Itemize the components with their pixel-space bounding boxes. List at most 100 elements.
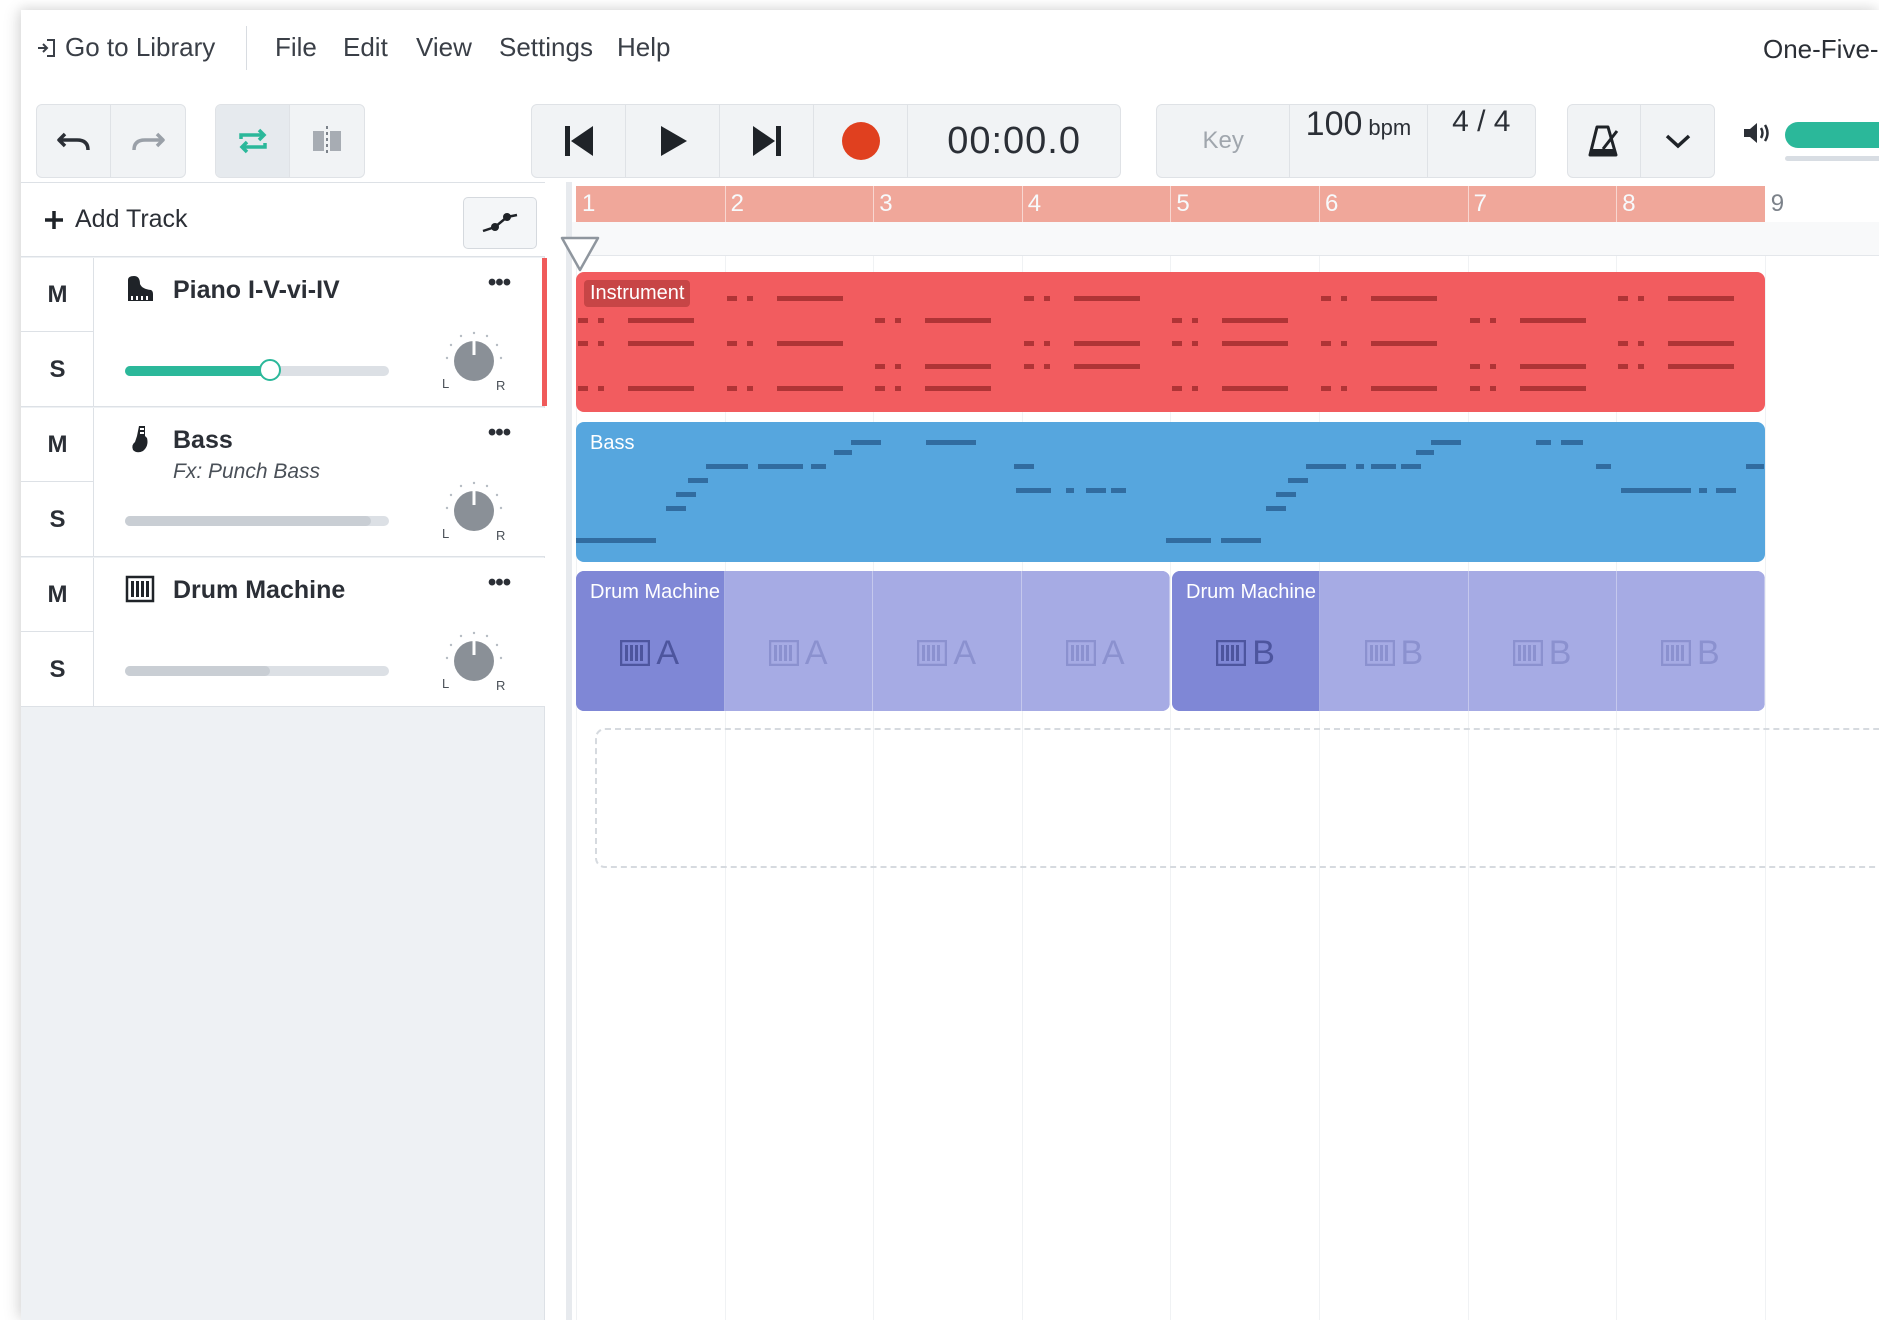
track-name[interactable]: Piano I-V-vi-IV	[173, 276, 340, 305]
pattern-letter: A	[656, 633, 680, 672]
track-name[interactable]: Bass	[173, 426, 233, 455]
clip-label: Bass	[590, 432, 635, 454]
skip-to-end-button[interactable]	[720, 105, 815, 177]
menu-settings[interactable]: Settings	[499, 32, 593, 63]
midi-note	[1416, 450, 1434, 455]
mute-button[interactable]: M	[21, 258, 94, 332]
bar-tick	[1021, 186, 1023, 222]
instrument-clip[interactable]: Instrument	[576, 272, 1765, 412]
undo-button[interactable]	[37, 105, 111, 177]
midi-note	[925, 364, 992, 369]
pattern-letter: A	[804, 633, 828, 672]
menu-view[interactable]: View	[416, 32, 472, 63]
track-volume-slider[interactable]	[125, 359, 389, 381]
master-volume-slider[interactable]	[1785, 122, 1879, 148]
midi-note	[1043, 341, 1050, 346]
midi-note	[1469, 386, 1480, 391]
drum-pattern-repeat[interactable]: A	[873, 571, 1022, 711]
speaker-icon	[1744, 123, 1769, 143]
menu-bar: Go to Library File Edit View Settings He…	[21, 10, 1879, 88]
solo-button[interactable]: S	[21, 333, 94, 407]
add-track-button[interactable]: Add Track	[43, 205, 188, 234]
split-button[interactable]	[290, 105, 364, 177]
bar-tick	[724, 186, 726, 222]
midi-note	[1621, 488, 1691, 493]
menu-file[interactable]: File	[275, 32, 317, 63]
metronome-button[interactable]	[1568, 105, 1641, 177]
time-signature-field[interactable]: 4 / 4	[1428, 105, 1535, 177]
loop-toggle-button[interactable]	[216, 105, 290, 177]
master-volume-meter	[1785, 156, 1879, 161]
song-title[interactable]: One-Five-	[1763, 34, 1879, 65]
bass-clip[interactable]: Bass	[576, 422, 1765, 562]
tempo-field[interactable]: 100 bpm	[1290, 105, 1428, 177]
midi-note	[1306, 464, 1346, 469]
midi-note	[895, 318, 902, 323]
ruler-lower-strip[interactable]	[572, 222, 1879, 256]
drum-pattern-repeat[interactable]: B	[1320, 571, 1469, 711]
track-header-bass[interactable]: M S Bass Fx: Punch Bass ••• L R	[21, 408, 545, 557]
play-button[interactable]	[626, 105, 721, 177]
track-volume-thumb[interactable]	[259, 359, 282, 381]
key-selector[interactable]: Key	[1157, 105, 1291, 177]
midi-note	[1596, 464, 1611, 469]
mute-button[interactable]: M	[21, 408, 94, 482]
drum-grid-icon	[917, 640, 948, 666]
midi-note	[925, 318, 992, 323]
midi-note	[875, 318, 886, 323]
pan-knob[interactable]: L R	[441, 328, 507, 394]
menu-edit[interactable]: Edit	[343, 32, 388, 63]
track-header-piano[interactable]: M S Piano I-V-vi-IV ••• L R	[21, 258, 547, 407]
timeline-area[interactable]: 1 2 3 4 5 6 7 8 9 Instrument Bass A A A A Drum Machi…	[560, 182, 1879, 1320]
track-header-drum-machine[interactable]: M S Drum Machine ••• L R	[21, 558, 545, 707]
redo-icon	[132, 132, 165, 151]
midi-note	[1341, 296, 1347, 301]
undo-redo-group	[36, 104, 186, 178]
metronome-options-button[interactable]	[1641, 105, 1714, 177]
song-settings-group: Key 100 bpm 4 / 4	[1156, 104, 1536, 178]
drum-pattern-clip-a[interactable]: A A A A Drum Machine	[576, 571, 1170, 711]
track-name[interactable]: Drum Machine	[173, 576, 345, 605]
midi-note	[1341, 386, 1347, 391]
solo-button[interactable]: S	[21, 483, 94, 557]
midi-note	[811, 464, 826, 469]
midi-note	[776, 341, 843, 346]
time-display[interactable]: 00:00.0	[908, 105, 1120, 177]
track-volume-slider[interactable]	[125, 666, 389, 676]
mute-solo-column: M S	[21, 258, 94, 406]
midi-note	[1536, 440, 1551, 445]
midi-note	[776, 386, 843, 391]
timeline-ruler[interactable]: 1 2 3 4 5 6 7 8 9	[572, 182, 1879, 222]
midi-note	[1023, 364, 1034, 369]
midi-note	[1371, 464, 1396, 469]
midi-note	[1192, 318, 1199, 323]
drum-pattern-repeat[interactable]: A	[724, 571, 873, 711]
drum-pattern-clip-b[interactable]: B B B B Drum Machine	[1172, 571, 1765, 711]
drum-pattern-repeat[interactable]: B	[1468, 571, 1617, 711]
track-options-button[interactable]: •••	[481, 271, 517, 298]
midi-note	[1371, 296, 1437, 301]
midi-note	[1638, 364, 1645, 369]
drum-pattern-repeat[interactable]: B	[1616, 571, 1765, 711]
track-options-button[interactable]: •••	[481, 421, 517, 448]
pan-knob[interactable]: L R	[441, 478, 507, 544]
pan-knob[interactable]: L R	[441, 628, 507, 694]
skip-to-start-button[interactable]	[532, 105, 627, 177]
record-button[interactable]	[814, 105, 909, 177]
track-volume-slider[interactable]	[125, 516, 389, 526]
drum-pattern-repeat[interactable]: A	[1021, 571, 1170, 711]
menu-help[interactable]: Help	[617, 32, 670, 63]
midi-note	[758, 464, 803, 469]
midi-note	[1519, 364, 1586, 369]
midi-note	[1431, 440, 1461, 445]
solo-button[interactable]: S	[21, 633, 94, 707]
playhead-marker[interactable]	[558, 234, 602, 274]
mute-button[interactable]: M	[21, 558, 94, 632]
redo-button[interactable]	[111, 105, 185, 177]
midi-note	[676, 492, 696, 497]
empty-track-drop-zone[interactable]	[595, 728, 1879, 868]
automation-button[interactable]	[463, 197, 537, 249]
menu-divider	[246, 26, 247, 70]
track-options-button[interactable]: •••	[481, 571, 517, 598]
go-to-library-link[interactable]: Go to Library	[35, 32, 215, 63]
